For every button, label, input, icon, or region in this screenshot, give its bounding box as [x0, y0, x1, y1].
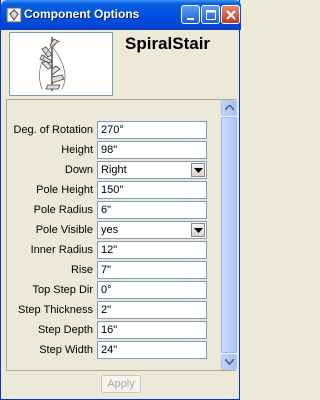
- property-row-pole-visible: Pole Visible yes: [7, 221, 223, 241]
- step-width-field[interactable]: 24": [97, 341, 207, 359]
- chevron-down-icon: [194, 168, 203, 173]
- deg-of-rotation-field[interactable]: 270°: [97, 121, 207, 139]
- scroll-down-button[interactable]: [221, 354, 237, 370]
- minimize-icon: [187, 18, 194, 20]
- down-select-value: Right: [101, 164, 127, 176]
- top-step-dir-field[interactable]: 0°: [97, 281, 207, 299]
- height-field[interactable]: 98": [97, 141, 207, 159]
- property-label: Pole Visible: [35, 224, 93, 236]
- properties-panel: Deg. of Rotation 270° Height 98" Down Ri…: [6, 99, 237, 371]
- component-options-window: Component Options SpiralStair Deg. of Ro…: [0, 0, 241, 400]
- chevron-up-icon: [225, 105, 234, 111]
- property-label: Down: [64, 164, 93, 176]
- pole-visible-select-value: yes: [101, 224, 119, 236]
- scrollbar-thumb[interactable]: [221, 117, 237, 353]
- property-label: Step Width: [39, 344, 93, 356]
- property-row-step-width: Step Width 24": [7, 341, 223, 361]
- property-row-rise: Rise 7": [7, 261, 223, 281]
- property-label: Step Thickness: [17, 304, 93, 316]
- property-row-pole-height: Pole Height 150": [7, 181, 223, 201]
- property-label: Top Step Dir: [32, 284, 93, 296]
- component-preview-image: [9, 32, 113, 96]
- property-row-step-depth: Step Depth 16": [7, 321, 223, 341]
- property-row-step-thickness: Step Thickness 2": [7, 301, 223, 321]
- property-label: Rise: [70, 264, 93, 276]
- title-bar[interactable]: Component Options: [1, 0, 241, 30]
- app-icon: [6, 7, 22, 23]
- down-select[interactable]: Right: [97, 161, 207, 179]
- chevron-down-icon: [225, 359, 234, 365]
- property-label: Pole Height: [36, 184, 93, 196]
- vertical-scrollbar[interactable]: [220, 100, 237, 370]
- step-thickness-field[interactable]: 2": [97, 301, 207, 319]
- property-label: Step Depth: [37, 324, 93, 336]
- spiral-stair-preview-icon: [39, 37, 66, 91]
- pole-visible-select[interactable]: yes: [97, 221, 207, 239]
- property-row-inner-radius: Inner Radius 12": [7, 241, 223, 261]
- dropdown-button[interactable]: [191, 223, 205, 237]
- minimize-button[interactable]: [181, 5, 200, 24]
- property-row-height: Height 98": [7, 141, 223, 161]
- inner-radius-field[interactable]: 12": [97, 241, 207, 259]
- maximize-button[interactable]: [201, 5, 220, 24]
- close-icon: [226, 10, 236, 20]
- component-name: SpiralStair: [125, 34, 211, 53]
- property-row-deg-of-rotation: Deg. of Rotation 270°: [7, 121, 223, 141]
- property-row-down: Down Right: [7, 161, 223, 181]
- maximize-icon: [206, 10, 216, 20]
- scroll-up-button[interactable]: [221, 100, 237, 116]
- property-label: Inner Radius: [30, 244, 93, 256]
- rise-field[interactable]: 7": [97, 261, 207, 279]
- window-title: Component Options: [24, 7, 140, 21]
- property-row-pole-radius: Pole Radius 6": [7, 201, 223, 221]
- component-header: SpiralStair: [5, 30, 237, 98]
- property-row-top-step-dir: Top Step Dir 0°: [7, 281, 223, 301]
- property-label: Height: [61, 144, 93, 156]
- apply-button[interactable]: Apply: [101, 375, 141, 393]
- property-label: Deg. of Rotation: [13, 124, 94, 136]
- chevron-down-icon: [194, 228, 203, 233]
- property-label: Pole Radius: [33, 204, 93, 216]
- dialog-footer: Apply: [1, 372, 241, 400]
- pole-height-field[interactable]: 150": [97, 181, 207, 199]
- close-button[interactable]: [221, 5, 240, 24]
- dropdown-button[interactable]: [191, 163, 205, 177]
- step-depth-field[interactable]: 16": [97, 321, 207, 339]
- pole-radius-field[interactable]: 6": [97, 201, 207, 219]
